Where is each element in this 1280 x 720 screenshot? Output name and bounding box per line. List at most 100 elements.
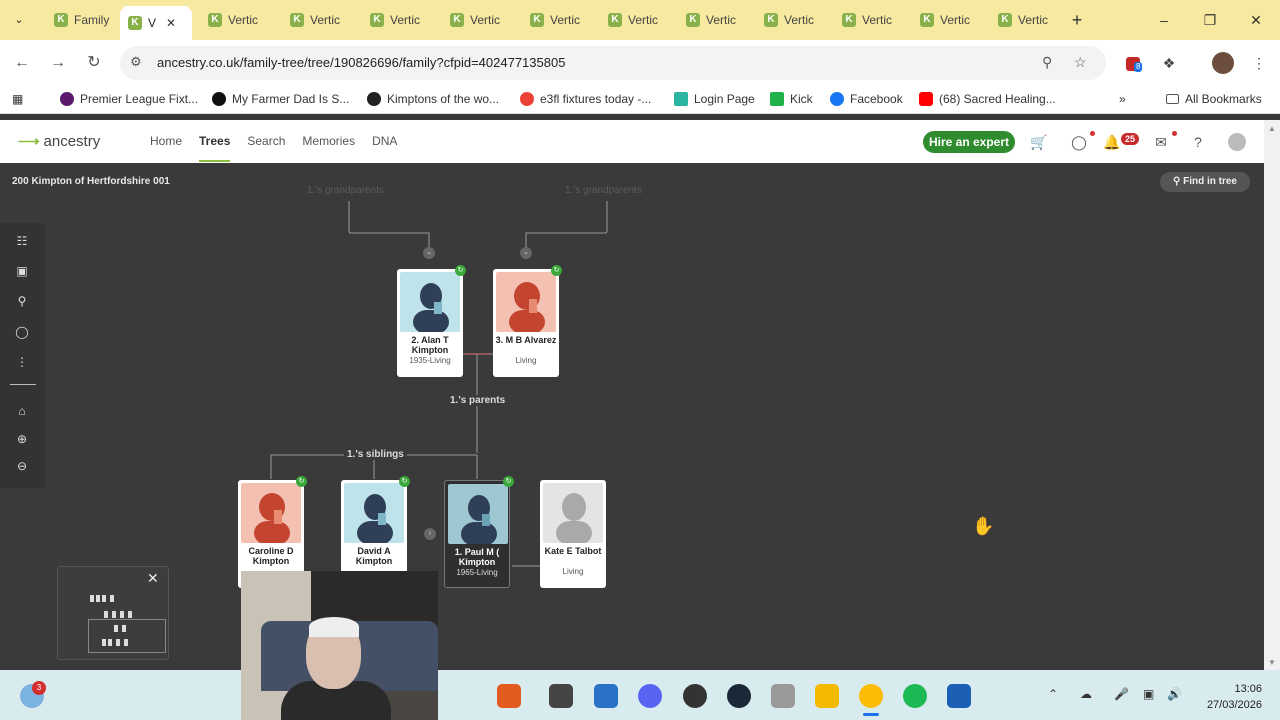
notifications-bell-icon[interactable]: 🔔 xyxy=(1103,133,1121,151)
hint-leaf-icon[interactable]: ↻ xyxy=(296,476,307,487)
all-bookmarks[interactable]: All Bookmarks xyxy=(1166,92,1262,106)
bookmark-item[interactable]: Kick xyxy=(770,92,813,106)
browser-tab[interactable]: K Vertic xyxy=(522,6,594,34)
browser-tab[interactable]: K Vertic xyxy=(834,6,906,34)
browser-tab[interactable]: K Vertic xyxy=(442,6,514,34)
forward-arrow-icon[interactable]: → xyxy=(46,51,70,75)
zoom-in-icon[interactable]: ⊕ xyxy=(14,431,30,447)
nav-dna[interactable]: DNA xyxy=(372,134,397,162)
tree-view-icon[interactable]: ☷ xyxy=(14,233,30,249)
new-tab-button[interactable]: + xyxy=(1066,9,1088,31)
tab-search-chevron-icon[interactable]: ⌄ xyxy=(8,9,30,31)
more-options-icon[interactable]: ⋮ xyxy=(14,354,30,370)
spotify-icon[interactable] xyxy=(903,684,927,708)
nav-trees[interactable]: Trees xyxy=(199,134,231,162)
person-card-father[interactable]: 2. Alan T Kimpton 1935-Living xyxy=(397,269,463,377)
bookmark-item[interactable]: e3fl fixtures today -... xyxy=(520,92,651,106)
steam-icon[interactable] xyxy=(727,684,751,708)
browser-tab[interactable]: K Vertic xyxy=(600,6,672,34)
hint-leaf-icon[interactable]: ↻ xyxy=(551,265,562,276)
bookmark-item[interactable]: Login Page xyxy=(674,92,755,106)
browser-tab[interactable]: K Vertic xyxy=(200,6,272,34)
nav-search[interactable]: Search xyxy=(247,134,285,162)
find-in-tree-button[interactable]: ⚲ Find in tree xyxy=(1160,172,1250,192)
hire-expert-button[interactable]: Hire an expert xyxy=(923,131,1015,153)
minimize-button[interactable]: – xyxy=(1152,8,1176,32)
browser-tab[interactable]: K Vertic xyxy=(756,6,828,34)
site-info-icon[interactable]: ⚙ xyxy=(130,54,142,70)
system-clock[interactable]: 13:06 27/03/2026 xyxy=(1200,681,1262,713)
hint-leaf-icon[interactable]: ↻ xyxy=(503,476,514,487)
browser-menu-icon[interactable]: ⋮ xyxy=(1248,52,1270,74)
chrome-icon[interactable] xyxy=(859,684,883,708)
tree-canvas[interactable]: 200 Kimpton of Hertfordshire 001 ⚲ Find … xyxy=(0,163,1264,670)
close-window-button[interactable]: ✕ xyxy=(1244,8,1268,32)
search-person-icon[interactable]: ⚲ xyxy=(14,293,30,309)
reload-icon[interactable]: ↻ xyxy=(82,51,106,75)
discord-icon[interactable] xyxy=(638,684,662,708)
app-icon[interactable] xyxy=(771,684,795,708)
address-bar[interactable]: ⚙ ancestry.co.uk/family-tree/tree/190826… xyxy=(120,46,1106,80)
hints-icon[interactable]: ◯ xyxy=(14,324,30,340)
person-card-mother[interactable]: 3. M B Alvarez Living xyxy=(493,269,559,377)
bookmark-item[interactable]: Kimptons of the wo... xyxy=(367,92,499,106)
tree-name[interactable]: 200 Kimpton of Hertfordshire 001 xyxy=(12,176,170,187)
file-app-icon[interactable] xyxy=(549,684,573,708)
browser-tab[interactable]: K Vertic xyxy=(678,6,750,34)
browser-tab[interactable]: K Vertic xyxy=(282,6,354,34)
tray-chevron-up-icon[interactable]: ⌃ xyxy=(1048,687,1058,701)
browser-tab[interactable]: K Vertic xyxy=(362,6,434,34)
zoom-out-icon[interactable]: ⊖ xyxy=(14,458,30,474)
more-bookmarks-chevron-icon[interactable]: » xyxy=(1119,92,1126,106)
app-sunrise-icon[interactable] xyxy=(497,684,521,708)
url-text[interactable]: ancestry.co.uk/family-tree/tree/19082669… xyxy=(157,55,565,70)
browser-tab[interactable]: K Vertic xyxy=(990,6,1062,34)
bookmark-item[interactable]: Facebook xyxy=(830,92,903,106)
app-blue-icon[interactable] xyxy=(947,684,971,708)
scroll-up-arrow-icon[interactable]: ▲ xyxy=(1268,124,1276,133)
microphone-icon[interactable]: 🎤 xyxy=(1114,687,1129,701)
gallery-icon[interactable]: ▣ xyxy=(14,263,30,279)
zoom-icon[interactable]: ⚲ xyxy=(1042,54,1052,71)
messages-icon[interactable]: ✉ xyxy=(1152,133,1170,151)
help-icon[interactable]: ? xyxy=(1189,133,1207,151)
volume-icon[interactable]: 🔊 xyxy=(1167,687,1182,701)
browser-tab[interactable]: K Vertic xyxy=(912,6,984,34)
expand-chevron-icon[interactable]: ⌄ xyxy=(423,247,435,259)
bookmark-item[interactable]: My Farmer Dad Is S... xyxy=(212,92,349,106)
file-explorer-icon[interactable] xyxy=(815,684,839,708)
cart-icon[interactable]: 🛒 xyxy=(1030,133,1048,151)
browser-tab[interactable]: K Family xyxy=(46,6,112,34)
user-avatar[interactable] xyxy=(1228,133,1246,151)
close-minimap-icon[interactable]: ✕ xyxy=(147,570,159,587)
expand-right-chevron-icon[interactable]: › xyxy=(424,528,436,540)
page-scrollbar[interactable]: ▲ ▼ xyxy=(1264,120,1280,670)
browser-tab-active[interactable]: K V ✕ xyxy=(120,6,192,40)
person-card-spouse[interactable]: Kate E Talbot Living xyxy=(540,480,606,588)
extension-shield-icon[interactable]: 8 xyxy=(1122,52,1144,74)
person-card-focus[interactable]: 1. Paul M ( Kimpton 1965-Living xyxy=(444,480,510,588)
scroll-down-arrow-icon[interactable]: ▼ xyxy=(1268,658,1276,667)
restore-button[interactable]: ❐ xyxy=(1198,8,1222,32)
ancestry-logo[interactable]: ⟶ ancestry xyxy=(18,132,100,151)
profile-avatar[interactable] xyxy=(1212,52,1234,74)
outlook-icon[interactable] xyxy=(594,684,618,708)
close-tab-icon[interactable]: ✕ xyxy=(166,16,176,30)
bookmark-star-icon[interactable]: ☆ xyxy=(1074,54,1087,71)
minimap-viewport[interactable] xyxy=(88,619,166,653)
obs-icon[interactable] xyxy=(683,684,707,708)
bookmark-item[interactable]: (68) Sacred Healing... xyxy=(919,92,1056,106)
home-icon[interactable]: ⌂ xyxy=(14,403,30,419)
network-icon[interactable]: ▣ xyxy=(1143,687,1154,701)
tree-minimap[interactable]: ✕ xyxy=(57,566,169,660)
hint-leaf-icon[interactable]: ↻ xyxy=(399,476,410,487)
expand-chevron-icon[interactable]: ⌄ xyxy=(520,247,532,259)
extensions-puzzle-icon[interactable]: ❖ xyxy=(1158,52,1180,74)
apps-grid-icon[interactable]: ▦ xyxy=(12,92,23,106)
bookmark-item[interactable]: Premier League Fixt... xyxy=(60,92,198,106)
nav-home[interactable]: Home xyxy=(150,134,182,162)
hints-leaf-icon[interactable]: ◯ xyxy=(1070,133,1088,151)
nav-memories[interactable]: Memories xyxy=(302,134,355,162)
hint-leaf-icon[interactable]: ↻ xyxy=(455,265,466,276)
back-arrow-icon[interactable]: ← xyxy=(10,51,34,75)
